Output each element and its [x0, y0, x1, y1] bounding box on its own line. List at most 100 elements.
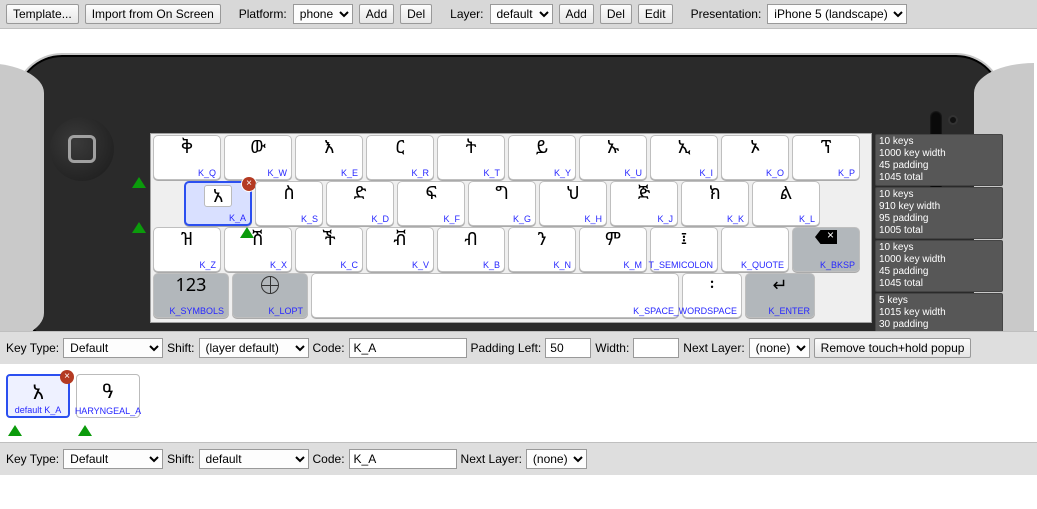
key-code-label: K_O — [766, 168, 786, 178]
keyboard-canvas[interactable]: ቅK_QውK_WእK_EርK_RትK_TይK_YኡK_UኢK_IኦK_OፕK_P… — [150, 133, 872, 323]
key-code-label: K_SPACE — [633, 306, 676, 316]
key-code-label: K_A — [229, 213, 248, 223]
key-k_n[interactable]: ንK_N — [508, 227, 576, 272]
platform-del-button[interactable]: Del — [400, 4, 432, 24]
layer-del-button[interactable]: Del — [600, 4, 632, 24]
layer-add-button[interactable]: Add — [559, 4, 594, 24]
key-code-label: K_N — [553, 260, 573, 270]
key-t_semicolon[interactable]: ፤T_SEMICOLON — [650, 227, 718, 272]
close-icon[interactable]: × — [60, 370, 74, 384]
key-k_b[interactable]: ብK_B — [437, 227, 505, 272]
key-k_q[interactable]: ቅK_Q — [153, 135, 221, 180]
key-type-select[interactable]: Default — [63, 449, 163, 469]
code-input[interactable] — [349, 338, 467, 358]
key-code-label: K_H — [584, 214, 604, 224]
remove-popup-button[interactable]: Remove touch+hold popup — [814, 338, 972, 358]
key-k_w[interactable]: ውK_W — [224, 135, 292, 180]
code-input[interactable] — [349, 449, 457, 469]
key-_wordspace[interactable]: ፡_WORDSPACE — [682, 273, 742, 318]
platform-select[interactable]: phone — [293, 4, 353, 24]
padding-left-input[interactable] — [545, 338, 591, 358]
key-code-label: K_QUOTE — [741, 260, 786, 270]
next-layer-select[interactable]: (none) — [749, 338, 810, 358]
import-button[interactable]: Import from On Screen — [85, 4, 221, 24]
insert-handle-icon[interactable] — [8, 425, 22, 436]
presentation-select[interactable]: iPhone 5 (landscape) — [767, 4, 907, 24]
key-k_space[interactable]: K_SPACE — [311, 273, 679, 318]
key-code-label: HARYNGEAL_A — [75, 406, 141, 416]
key-code-label: K_ENTER — [768, 306, 812, 316]
key-k_j[interactable]: ጅK_J — [610, 181, 678, 226]
key-k_lopt[interactable]: K_LOPT — [232, 273, 308, 318]
popup-key[interactable]: ×አdefault K_A — [6, 374, 70, 418]
width-label: Width: — [595, 341, 629, 355]
next-layer-label: Next Layer: — [461, 452, 522, 466]
key-code-label: K_Q — [198, 168, 218, 178]
key-k_z[interactable]: ዝK_Z — [153, 227, 221, 272]
key-k_e[interactable]: እK_E — [295, 135, 363, 180]
key-k_a[interactable]: ×አK_A — [184, 181, 252, 226]
insert-handle-icon[interactable] — [78, 425, 92, 436]
code-label: Code: — [313, 452, 345, 466]
key-code-label: K_G — [513, 214, 533, 224]
shift-select[interactable]: default — [199, 449, 309, 469]
platform-label: Platform: — [239, 7, 287, 21]
key-k_i[interactable]: ኢK_I — [650, 135, 718, 180]
key-k_u[interactable]: ኡK_U — [579, 135, 647, 180]
key-code-label: K_T — [483, 168, 502, 178]
width-input[interactable] — [633, 338, 679, 358]
key-type-select[interactable]: Default — [63, 338, 163, 358]
next-layer-label: Next Layer: — [683, 341, 744, 355]
platform-add-button[interactable]: Add — [359, 4, 394, 24]
preview-stage: ቅK_QውK_WእK_EርK_RትK_TይK_YኡK_UኢK_IኦK_OፕK_P… — [0, 29, 1037, 331]
key-k_c[interactable]: ችK_C — [295, 227, 363, 272]
padding-left-label: Padding Left: — [471, 341, 542, 355]
key-code-label: K_B — [483, 260, 502, 270]
key-k_m[interactable]: ምK_M — [579, 227, 647, 272]
key-code-label: K_BKSP — [820, 260, 857, 270]
key-k_t[interactable]: ትK_T — [437, 135, 505, 180]
key-code-label: K_R — [411, 168, 431, 178]
key-k_k[interactable]: ክK_K — [681, 181, 749, 226]
key-k_f[interactable]: ፍK_F — [397, 181, 465, 226]
key-k_r[interactable]: ርK_R — [366, 135, 434, 180]
key-code-label: K_L — [799, 214, 817, 224]
key-code-label: K_E — [341, 168, 360, 178]
key-k_g[interactable]: ግK_G — [468, 181, 536, 226]
globe-icon — [261, 276, 279, 294]
layer-label: Layer: — [450, 7, 483, 21]
key-code-label: T_SEMICOLON — [648, 260, 715, 270]
row-tooltip: 10 keys1000 key width45 padding1045 tota… — [875, 240, 1003, 292]
insert-handle-icon[interactable] — [132, 222, 146, 233]
key-k_d[interactable]: ድK_D — [326, 181, 394, 226]
insert-handle-icon[interactable] — [240, 227, 254, 238]
key-k_s[interactable]: ስK_S — [255, 181, 323, 226]
presentation-label: Presentation: — [691, 7, 762, 21]
layer-edit-button[interactable]: Edit — [638, 4, 673, 24]
key-k_l[interactable]: ልK_L — [752, 181, 820, 226]
key-k_bksp[interactable]: K_BKSP — [792, 227, 860, 272]
key-code-label: K_Z — [199, 260, 218, 270]
phone-bezel-left — [0, 63, 44, 331]
key-k_y[interactable]: ይK_Y — [508, 135, 576, 180]
key-code-label: K_U — [624, 168, 644, 178]
key-k_quote[interactable]: K_QUOTE — [721, 227, 789, 272]
shift-label: Shift: — [167, 341, 194, 355]
key-code-label: K_W — [267, 168, 289, 178]
key-k_p[interactable]: ፕK_P — [792, 135, 860, 180]
next-layer-select[interactable]: (none) — [526, 449, 587, 469]
key-k_h[interactable]: ህK_H — [539, 181, 607, 226]
insert-handle-icon[interactable] — [132, 177, 146, 188]
key-k_o[interactable]: ኦK_O — [721, 135, 789, 180]
key-k_v[interactable]: ቭK_V — [366, 227, 434, 272]
key-code-label: K_SYMBOLS — [169, 306, 226, 316]
template-button[interactable]: Template... — [6, 4, 79, 24]
key-k_enter[interactable]: ↵K_ENTER — [745, 273, 815, 318]
key-k_symbols[interactable]: 123K_SYMBOLS — [153, 273, 229, 318]
close-icon[interactable]: × — [242, 177, 256, 191]
key-k_x[interactable]: ሽK_X — [224, 227, 292, 272]
shift-select[interactable]: (layer default) — [199, 338, 309, 358]
popup-key[interactable]: ዓHARYNGEAL_A — [76, 374, 140, 418]
key-code-label: K_K — [727, 214, 746, 224]
layer-select[interactable]: default — [490, 4, 553, 24]
